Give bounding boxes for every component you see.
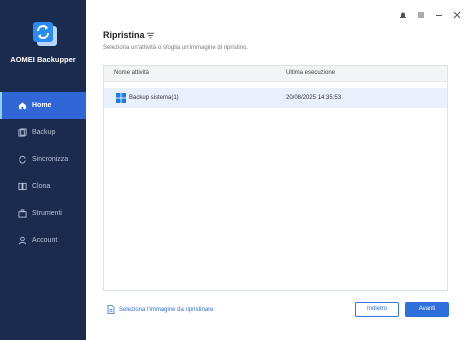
account-icon [18,236,27,245]
clone-icon [18,182,27,191]
menu-icon[interactable] [416,10,426,20]
task-name: Backup sistema(1) [129,95,179,101]
sidebar: AOMEI Backupper Home Backup Sincronizza [0,0,86,340]
sidebar-item-label: Account [32,237,58,244]
filter-icon[interactable] [146,31,155,40]
sidebar-item-home[interactable]: Home [0,92,86,119]
sidebar-item-label: Home [32,102,52,109]
task-table: Nome attività Ultima esecuzione Backup s… [103,65,448,291]
page-title: Ripristina [103,30,145,40]
sidebar-item-clona[interactable]: Clona [0,173,86,200]
select-image-link[interactable]: Seleziona l'immagine da ripristinare [107,305,214,314]
app-logo-icon [33,22,57,46]
sidebar-nav: Home Backup Sincronizza Clona Strumenti … [0,92,86,254]
document-icon [107,305,115,314]
sync-icon [19,155,26,164]
task-last-run: 20/08/2025 14:35:53 [286,95,342,101]
table-header: Nome attività Ultima esecuzione [104,66,447,82]
page-subtitle: Seleziona un'attività o sfoglia un'immag… [103,45,249,51]
sidebar-item-sincronizza[interactable]: Sincronizza [0,146,86,173]
back-button[interactable]: Indietro [355,302,399,317]
close-icon[interactable] [452,10,462,20]
sidebar-item-strumenti[interactable]: Strumenti [0,200,86,227]
sidebar-item-label: Clona [32,183,51,190]
next-button[interactable]: Avanti [405,302,449,317]
column-header-last-run: Ultima esecuzione [286,70,336,76]
sidebar-item-account[interactable]: Account [0,227,86,254]
brand-name: AOMEI Backupper [10,55,76,64]
sidebar-item-label: Sincronizza [32,156,69,163]
tools-icon [18,209,27,218]
table-row[interactable]: Backup sistema(1) 20/08/2025 14:35:53 [104,88,447,108]
column-header-name: Nome attività [114,70,150,76]
sidebar-item-label: Strumenti [32,210,62,217]
home-icon [18,102,27,110]
windows-icon [116,93,126,103]
minimize-icon[interactable] [434,10,444,20]
sidebar-item-backup[interactable]: Backup [0,119,86,146]
backup-icon [18,128,27,137]
sidebar-item-label: Backup [32,129,56,136]
window-controls [394,6,474,24]
select-image-link-label: Seleziona l'immagine da ripristinare [119,306,214,313]
notification-bell-icon[interactable] [398,10,408,20]
